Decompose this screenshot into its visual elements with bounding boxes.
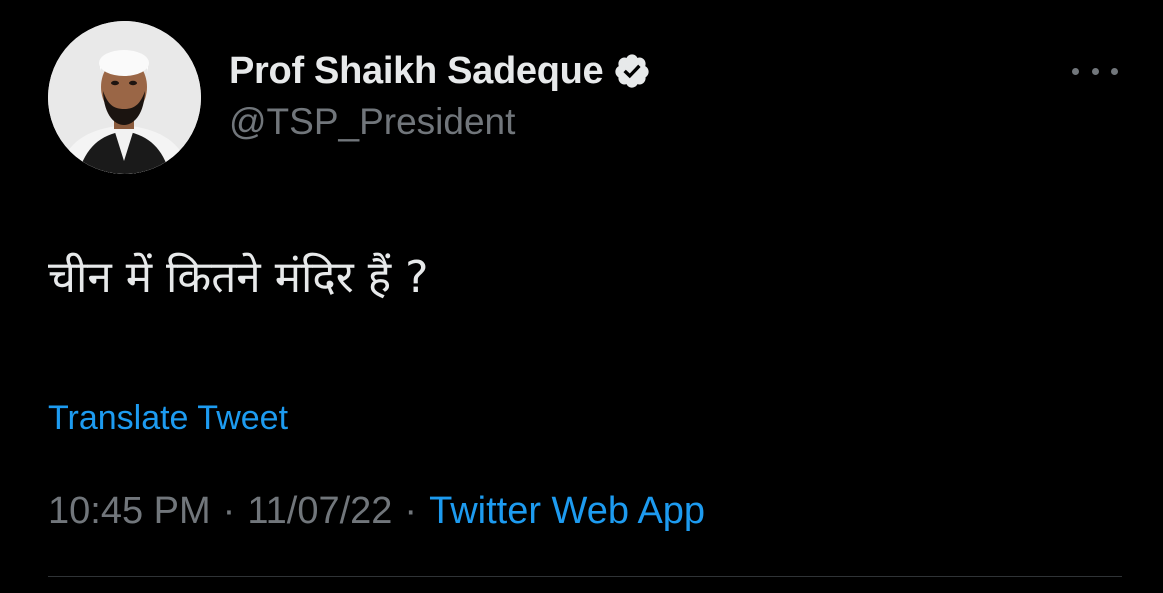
tweet-metadata: 10:45 PM · 11/07/22 · Twitter Web App: [48, 490, 705, 533]
verified-badge-icon: [613, 52, 651, 90]
meta-separator: ·: [222, 490, 236, 532]
avatar[interactable]: [48, 21, 201, 174]
more-dot: [1091, 67, 1099, 75]
tweet-date[interactable]: 11/07/22: [247, 490, 392, 533]
tweet-source-link[interactable]: Twitter Web App: [429, 490, 705, 533]
tweet: Prof Shaikh Sadeque @TSP_President चीन म…: [0, 0, 1163, 593]
more-dot: [1111, 67, 1118, 75]
divider: [48, 576, 1122, 577]
author-block[interactable]: Prof Shaikh Sadeque @TSP_President: [229, 48, 651, 143]
translate-tweet-link[interactable]: Translate Tweet: [48, 399, 288, 438]
name-row: Prof Shaikh Sadeque: [229, 48, 651, 94]
tweet-time[interactable]: 10:45 PM: [48, 490, 211, 533]
more-dot: [1072, 67, 1079, 75]
display-name[interactable]: Prof Shaikh Sadeque: [229, 50, 604, 93]
meta-separator: ·: [404, 490, 418, 532]
profile-photo-icon: [48, 21, 201, 174]
tweet-text: चीन में कितने मंदिर हैं ?: [48, 252, 429, 303]
more-options-icon[interactable]: [1072, 58, 1118, 84]
handle[interactable]: @TSP_President: [229, 101, 651, 143]
